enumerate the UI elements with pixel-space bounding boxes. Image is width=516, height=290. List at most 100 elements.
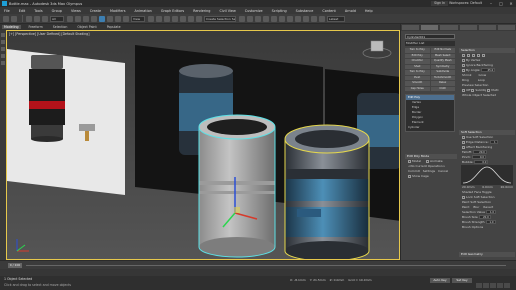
auto-key-button[interactable]: Auto Key [430,278,450,283]
brush-strength-spinner[interactable]: 1.0 [485,220,496,224]
perspective-viewport[interactable]: [+] [Perspective] [User Defined] [Defaul… [6,30,400,260]
tab-populate[interactable]: Populate [105,25,123,29]
select-object-icon[interactable] [67,15,73,22]
modifier-button[interactable]: Subdivide [430,70,455,75]
select-and-rotate-icon[interactable] [107,15,113,22]
edge-level-icon[interactable] [466,53,470,57]
align-icon[interactable] [247,15,253,22]
object-name-field[interactable]: Cylinder001 [405,34,455,39]
keyboard-shortcut-override-icon[interactable] [164,15,170,22]
brush-size-spinner[interactable]: 20.0 [478,215,491,219]
filter-icon[interactable] [1,61,5,65]
preview-subobj-radio[interactable] [471,88,475,92]
modifier-button[interactable]: Quadify Mesh [430,59,455,64]
curve-editor-icon[interactable] [279,15,285,22]
material-editor-icon[interactable] [295,15,301,22]
selection-filter-dropdown[interactable]: All [50,15,64,22]
track-bar[interactable] [0,269,516,276]
modify-tab-icon[interactable] [421,25,439,30]
menu-tools[interactable]: Tools [34,9,42,13]
tab-freeform[interactable]: Freeform [27,25,45,29]
x-coordinate[interactable]: X: -8.1mm [290,278,306,282]
modifier-button[interactable]: Cap Holes [405,86,430,91]
display-tab-icon[interactable] [478,25,496,30]
vertex-level-icon[interactable] [462,53,465,57]
lock-soft-selection-checkbox[interactable] [462,195,465,199]
viewport-label[interactable]: [+] [Perspective] [User Defined] [Defaul… [9,32,89,36]
y-coordinate[interactable]: Y: 21.5mm [310,278,326,282]
bind-space-warp-icon[interactable] [42,15,48,22]
element-level-icon[interactable] [481,53,485,57]
blur-button[interactable]: Blur [473,205,479,209]
affect-backfacing-checkbox[interactable] [462,145,465,149]
isolate-icon[interactable] [1,40,5,44]
menu-substance[interactable]: Substance [296,9,314,13]
shrink-button[interactable]: Shrink [462,73,472,77]
menu-content[interactable]: Content [322,9,336,13]
menu-edit[interactable]: Edit [19,9,26,13]
sign-in-button[interactable]: Sign In [431,1,448,6]
modifier-button[interactable]: Smooth [405,81,430,86]
modifier-button[interactable]: Symmetry [430,64,455,69]
preview-off-radio[interactable] [462,88,465,92]
settings-button[interactable]: Settings [423,169,435,173]
by-angle-checkbox[interactable] [462,68,465,72]
hierarchy-icon[interactable] [1,54,5,58]
reference-coordinate-dropdown[interactable]: View [131,15,145,22]
tab-selection[interactable]: Selection [51,25,70,29]
manipulate-icon[interactable] [156,15,162,22]
ring-button[interactable]: Ring [462,78,469,82]
select-and-move-icon[interactable] [99,15,105,22]
modifier-button[interactable]: Shell [405,64,430,69]
modifier-button[interactable]: Edit Poly [405,53,430,58]
window-crossing-icon[interactable] [91,15,97,22]
menu-graph-editors[interactable]: Graph Editors [161,9,184,13]
minimize-icon[interactable]: – [486,0,496,7]
modifier-button[interactable]: Turn to Poly [405,48,430,53]
tab-modeling[interactable]: Modeling [2,25,21,29]
menu-arnold[interactable]: Arnold [345,9,356,13]
select-by-name-icon[interactable] [75,15,81,22]
polygon-level-icon[interactable] [476,53,480,57]
cancel-button[interactable]: Cancel [438,169,448,173]
time-slider[interactable]: 0 / 100 [8,263,22,268]
toggle-layer-explorer-icon[interactable] [263,15,269,22]
brush-options-button[interactable]: Brush Options [459,225,515,230]
spinner-snap-icon[interactable] [196,15,202,22]
render-setup-icon[interactable] [303,15,309,22]
select-and-scale-icon[interactable] [115,15,121,22]
menu-civil-view[interactable]: Civil View [219,9,235,13]
model-radio[interactable] [408,159,411,163]
undo-icon[interactable] [3,15,9,22]
redo-icon[interactable] [11,15,17,22]
angle-spinner[interactable]: 45.0 [481,68,496,72]
border-level-icon[interactable] [471,53,475,57]
pivot-point-icon[interactable] [148,15,154,22]
modifier-button[interactable]: Turn to Poly [405,70,430,75]
create-tab-icon[interactable] [402,25,420,30]
rendered-frame-window-icon[interactable] [311,15,317,22]
render-production-icon[interactable] [319,15,325,22]
time-slider-track[interactable] [26,265,506,266]
show-cage-checkbox[interactable] [408,174,411,178]
edge-distance-checkbox[interactable] [462,140,465,144]
menu-help[interactable]: Help [365,9,373,13]
modifier-button[interactable]: Cloth [430,86,455,91]
hierarchy-tab-icon[interactable] [440,25,458,30]
paint-button[interactable]: Paint [462,205,469,209]
snaps-toggle-icon[interactable] [172,15,178,22]
selection-value-spinner[interactable]: 1.0 [486,210,496,214]
pinch-spinner[interactable]: 0.0 [472,155,487,159]
menu-animation[interactable]: Animation [135,9,152,13]
workspaces-dropdown[interactable]: Workspaces: Default [449,1,482,5]
percent-snap-icon[interactable] [188,15,194,22]
menu-modifiers[interactable]: Modifiers [110,9,125,13]
rectangular-selection-icon[interactable] [83,15,89,22]
select-and-place-icon[interactable] [123,15,129,22]
toggle-scene-explorer-icon[interactable] [255,15,261,22]
close-icon[interactable]: ✕ [506,0,516,7]
utilities-tab-icon[interactable] [497,25,516,30]
modifier-button[interactable]: Push [405,75,430,80]
tab-object-paint[interactable]: Object Paint [75,25,98,29]
next-frame-icon[interactable] [497,283,503,288]
